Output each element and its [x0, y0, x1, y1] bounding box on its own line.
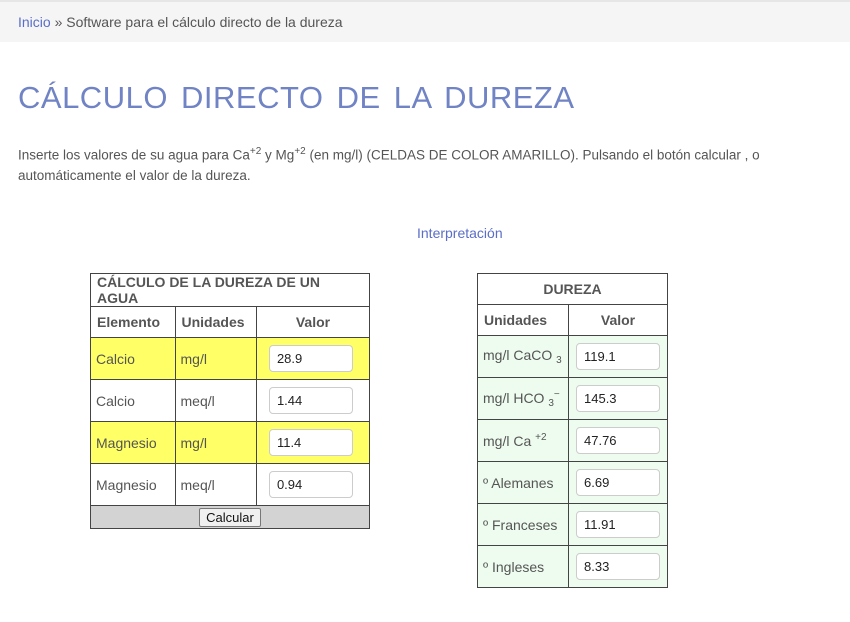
- value-cell: [568, 419, 668, 462]
- header-units: Unidades: [477, 304, 569, 336]
- element-cell: Magnesio: [90, 421, 176, 464]
- table-row: mg/l CaCO 3: [477, 335, 668, 378]
- intro-part3: (en mg/l) (CELDAS DE COLOR AMARILLO). Pu…: [305, 147, 760, 163]
- calc-table-title: CÁLCULO DE LA DUREZA DE UN AGUA: [90, 273, 370, 307]
- table-row: Calcio meq/l: [90, 379, 371, 422]
- unit-cell: º Ingleses: [477, 545, 569, 588]
- value-cell: [568, 545, 668, 588]
- value-cell: [255, 337, 371, 380]
- unit-cell: mg/l: [174, 337, 257, 380]
- page-title: CÁLCULO DIRECTO DE LA DUREZA: [18, 80, 575, 115]
- calcular-button[interactable]: Calcular: [199, 507, 261, 527]
- header-value: Valor: [255, 306, 371, 338]
- value-cell: [255, 421, 371, 464]
- intro-sup-ca: +2: [249, 146, 262, 157]
- intro-line2: automáticamente el valor de la dureza.: [18, 167, 251, 183]
- unit-superscript: −: [553, 388, 560, 400]
- header-element: Elemento: [90, 306, 176, 338]
- unit-cell: º Alemanes: [477, 461, 569, 504]
- table-row: º Alemanes: [477, 461, 668, 504]
- breadcrumb-separator: »: [54, 14, 63, 30]
- unit-cell: mg/l HCO 3−: [477, 377, 569, 420]
- calcio-mg-input[interactable]: [268, 345, 353, 372]
- ingleses-output[interactable]: [576, 553, 660, 580]
- intro-part2: y Mg: [261, 147, 295, 163]
- caco3-output[interactable]: [576, 343, 660, 370]
- value-cell: [568, 377, 668, 420]
- alemanes-output[interactable]: [576, 469, 660, 496]
- intro-part1: Inserte los valores de su agua para Ca: [18, 147, 250, 163]
- unit-cell: mg/l CaCO 3: [477, 335, 569, 378]
- element-cell: Magnesio: [90, 463, 176, 506]
- intro-text: Inserte los valores de su agua para Ca+2…: [18, 142, 850, 186]
- breadcrumb-home-link[interactable]: Inicio: [18, 14, 51, 30]
- unit-cell: mg/l: [174, 421, 257, 464]
- unit-superscript: +2: [535, 432, 547, 443]
- magnesio-mg-input[interactable]: [268, 429, 353, 456]
- hco3-output[interactable]: [576, 385, 660, 412]
- interpretation-link[interactable]: Interpretación: [417, 225, 503, 241]
- calcio-meq-input[interactable]: [268, 387, 353, 414]
- table-row: mg/l Ca +2: [477, 419, 668, 462]
- header-value: Valor: [568, 304, 668, 336]
- value-cell: [568, 503, 668, 546]
- value-cell: [255, 379, 371, 422]
- value-cell: [568, 335, 668, 378]
- button-cell: Calcular: [90, 505, 370, 529]
- ca-output[interactable]: [576, 427, 660, 454]
- intro-sup-mg: +2: [294, 146, 306, 157]
- unit-text: mg/l HCO: [483, 389, 545, 406]
- table-row: Calcio mg/l: [90, 337, 371, 380]
- hardness-result-table: DUREZA Unidades Valor mg/l CaCO 3 mg/l H…: [477, 273, 668, 588]
- table-row: Magnesio mg/l: [90, 421, 371, 464]
- hardness-calculation-table: CÁLCULO DE LA DUREZA DE UN AGUA Elemento…: [90, 273, 371, 529]
- value-cell: [568, 461, 668, 504]
- dureza-title: DUREZA: [477, 273, 668, 305]
- table-row: Magnesio meq/l: [90, 463, 371, 506]
- table-row: mg/l HCO 3−: [477, 377, 668, 420]
- unit-text: mg/l CaCO: [483, 347, 553, 363]
- franceses-output[interactable]: [576, 511, 660, 538]
- magnesio-meq-input[interactable]: [268, 471, 353, 498]
- unit-cell: meq/l: [174, 463, 257, 506]
- unit-cell: º Franceses: [477, 503, 569, 546]
- element-cell: Calcio: [90, 337, 176, 380]
- table-row: º Ingleses: [477, 545, 668, 588]
- unit-cell: meq/l: [174, 379, 257, 422]
- breadcrumb-current: Software para el cálculo directo de la d…: [66, 14, 343, 30]
- unit-text: mg/l Ca: [483, 433, 532, 449]
- breadcrumb: Inicio » Software para el cálculo direct…: [0, 0, 850, 42]
- value-cell: [255, 463, 371, 506]
- header-units: Unidades: [174, 306, 257, 338]
- unit-cell: mg/l Ca +2: [477, 419, 569, 462]
- element-cell: Calcio: [90, 379, 176, 422]
- table-row: º Franceses: [477, 503, 668, 546]
- unit-subscript: 3: [556, 355, 562, 366]
